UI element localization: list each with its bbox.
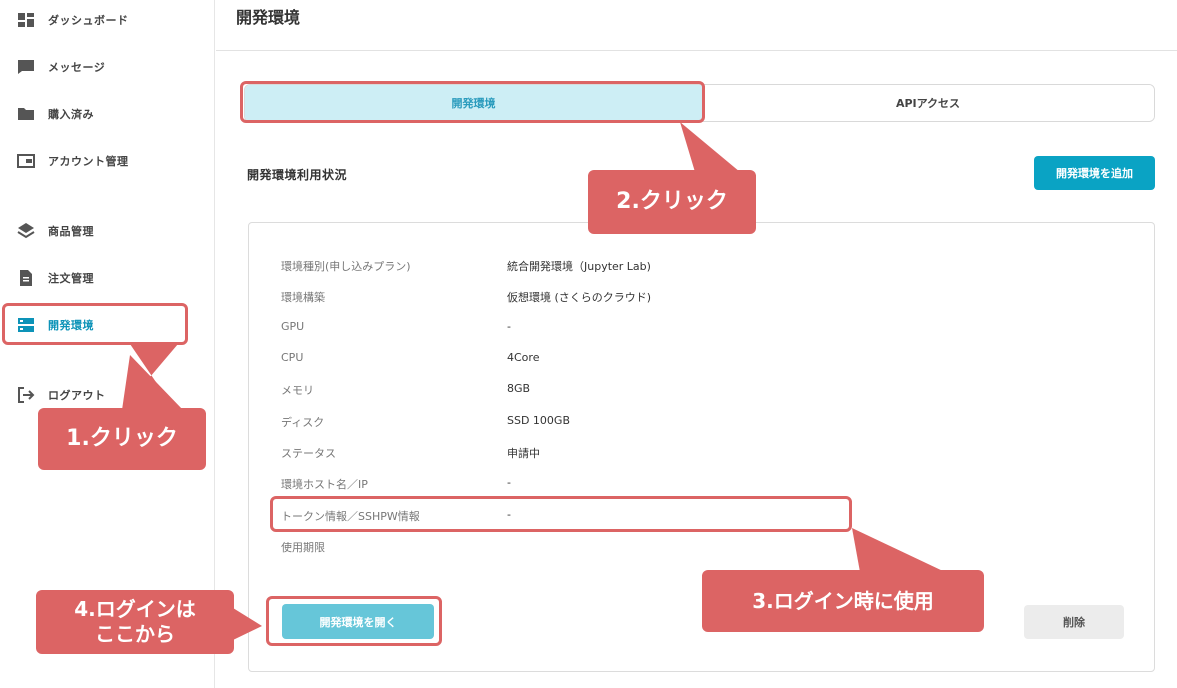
spec-value: 4Core — [507, 351, 540, 364]
sidebar-item-orders[interactable]: 注文管理 — [0, 263, 215, 293]
sidebar-item-messages[interactable]: メッセージ — [0, 52, 215, 82]
sidebar-item-dashboard[interactable]: ダッシュボード — [0, 5, 215, 35]
callout-step-3: 3.ログイン時に使用 — [702, 570, 984, 632]
add-dev-env-button[interactable]: 開発環境を追加 — [1034, 156, 1155, 190]
spec-value: - — [507, 476, 511, 489]
tab-dev-env[interactable]: 開発環境 — [245, 85, 702, 121]
server-icon — [18, 318, 34, 332]
spec-value: 仮想環境 (さくらのクラウド) — [507, 291, 652, 304]
sidebar-item-label: 購入済み — [48, 108, 94, 121]
spec-label: ディスク — [281, 416, 325, 429]
page-title: 開発環境 — [236, 8, 301, 27]
logout-icon — [18, 387, 35, 403]
open-dev-env-button[interactable]: 開発環境を開く — [282, 604, 434, 639]
sidebar: ダッシュボード メッセージ 購入済み アカウント管理 商品管理 注文管理 開発環… — [0, 0, 215, 688]
spec-label: 環境種別(申し込みプラン) — [281, 260, 411, 273]
callout-step-4-line1: 4.ログインは — [74, 597, 196, 621]
sidebar-item-label: ダッシュボード — [48, 14, 129, 27]
spec-label: GPU — [281, 320, 305, 333]
callout-step-4-line2: ここから — [95, 622, 175, 646]
tab-api-access[interactable]: APIアクセス — [702, 85, 1154, 121]
sidebar-item-logout[interactable]: ログアウト — [0, 380, 215, 410]
spec-label: ステータス — [281, 447, 336, 460]
callout-step-2: 2.クリック — [588, 170, 756, 234]
sidebar-item-label: メッセージ — [48, 61, 106, 74]
spec-label: 環境ホスト名／IP — [281, 478, 368, 491]
tab-bar: 開発環境 APIアクセス — [244, 84, 1155, 122]
sidebar-item-products[interactable]: 商品管理 — [0, 216, 215, 246]
spec-value: - — [507, 320, 511, 333]
sidebar-item-account[interactable]: アカウント管理 — [0, 146, 215, 176]
message-icon — [18, 60, 34, 74]
spec-label: 環境構築 — [281, 291, 325, 304]
spec-label: メモリ — [281, 384, 314, 397]
spec-value: 申請中 — [507, 447, 540, 460]
document-icon — [20, 270, 32, 286]
sidebar-item-purchased[interactable]: 購入済み — [0, 99, 215, 129]
callout-step-4: 4.ログインは ここから — [36, 590, 234, 654]
spec-value: 統合開発環境（Jupyter Lab) — [507, 260, 651, 273]
sidebar-item-label: 開発環境 — [48, 319, 94, 332]
sidebar-item-dev-env[interactable]: 開発環境 — [0, 310, 215, 340]
delete-button[interactable]: 削除 — [1024, 605, 1124, 639]
spec-label: CPU — [281, 351, 304, 364]
wallet-icon — [17, 154, 35, 168]
sidebar-item-label: 注文管理 — [48, 272, 94, 285]
sidebar-item-label: ログアウト — [48, 389, 106, 402]
callout-step-1: 1.クリック — [38, 408, 206, 470]
spec-value: 8GB — [507, 382, 531, 395]
page-header: 開発環境 — [216, 0, 1177, 51]
layers-icon — [17, 223, 35, 239]
dashboard-icon — [18, 13, 34, 27]
sidebar-item-label: アカウント管理 — [48, 155, 129, 168]
sidebar-item-label: 商品管理 — [48, 225, 94, 238]
spec-label: 使用期限 — [281, 541, 325, 554]
spec-value: SSD 100GB — [507, 414, 570, 427]
folder-icon — [18, 108, 34, 120]
section-title: 開発環境利用状況 — [247, 168, 348, 182]
spec-value: - — [507, 508, 511, 521]
callout-pointer-2 — [680, 122, 740, 172]
spec-label: トークン情報／SSHPW情報 — [281, 510, 420, 523]
